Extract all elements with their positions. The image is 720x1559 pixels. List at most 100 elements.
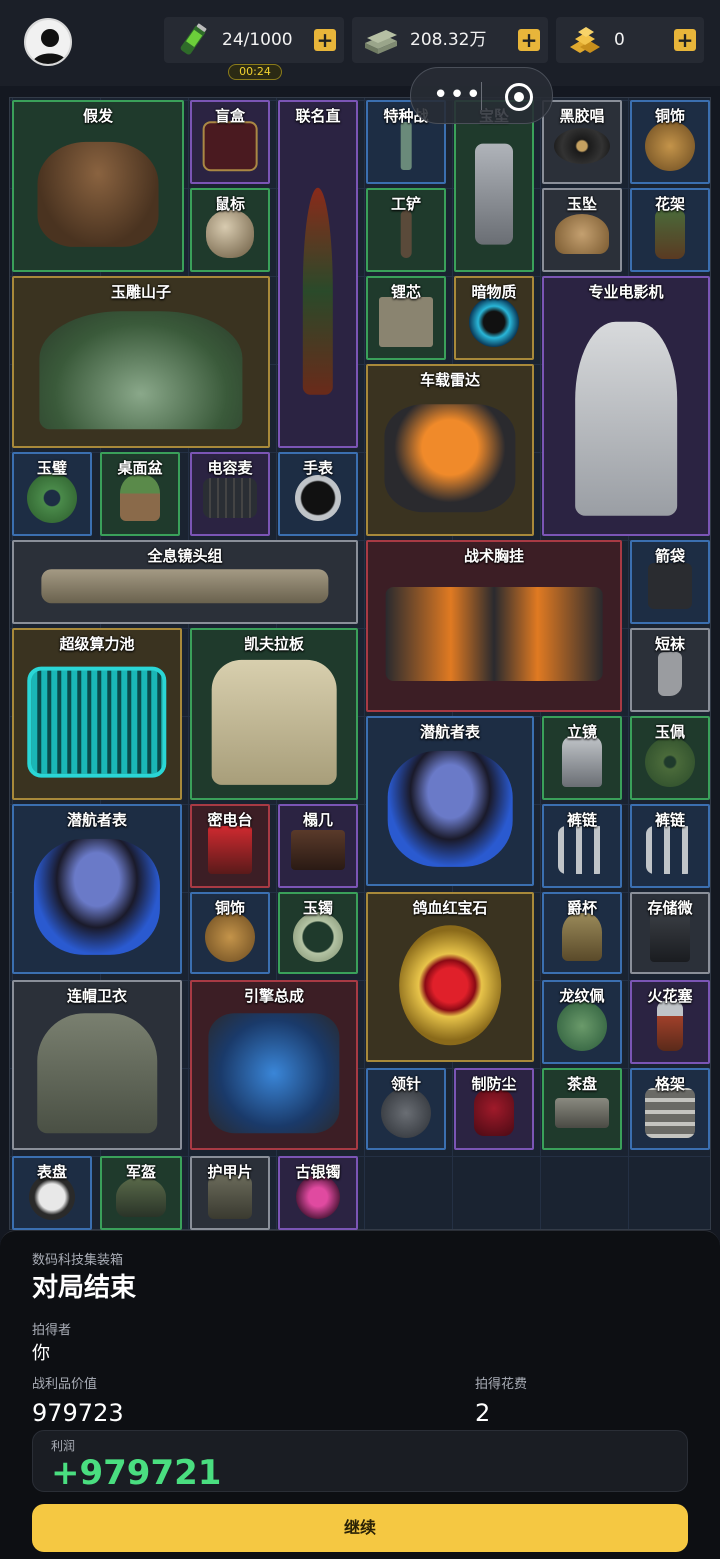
chain-icon [646,826,694,874]
loot-item[interactable]: 玉佩 [630,716,710,800]
loot-item[interactable]: 电容麦 [190,452,270,536]
winner-label: 拍得者 [32,1323,72,1338]
close-target-icon[interactable] [505,83,533,111]
compute-pool-icon [27,666,167,778]
more-options-icon[interactable]: ••• [433,82,482,108]
lens-group-icon [41,569,329,603]
loot-item[interactable]: 潜航者表 [12,804,182,974]
loot-item[interactable]: 桌面盆 [100,452,180,536]
item-label: 桌面盆 [117,459,163,477]
item-label: 短袜 [654,635,685,653]
loot-item[interactable]: 宝坠 [454,100,534,272]
item-label: 铜饰 [214,899,245,917]
flower-stand-icon [655,209,685,259]
item-label: 工铲 [390,195,421,213]
profit-label: 利润 [51,1439,76,1453]
container-name: 数码科技集装箱 [32,1253,124,1268]
loot-item[interactable]: 超级算力池 [12,628,182,800]
loot-item[interactable]: 军盔 [100,1156,182,1230]
item-label: 龙纹佩 [559,987,605,1005]
loot-item[interactable]: 密电台 [190,804,270,888]
loot-item[interactable]: 车载雷达 [366,364,534,536]
loot-item[interactable]: 花架 [630,188,710,272]
item-label: 潜航者表 [66,811,127,829]
loot-item[interactable]: 工铲 [366,188,446,272]
mirror-icon [562,737,602,787]
dust-bag-icon [474,1089,514,1136]
dog-tag-icon [475,143,513,245]
loot-item[interactable]: 潜航者表 [366,716,534,886]
loot-item[interactable]: 短袜 [630,628,710,712]
loot-item[interactable]: 联名直 [278,100,358,448]
add-money-button[interactable]: + [518,29,540,51]
loot-item[interactable]: 暗物质 [454,276,534,360]
loot-item[interactable]: 玉镯 [278,892,358,974]
result-panel: 数码科技集装箱 对局结束 拍得者 你 战利品价值 979723 拍得花费 2 利… [0,1230,720,1559]
kevlar-plate-icon [211,660,337,785]
loot-item[interactable]: 榻几 [278,804,358,888]
item-label: 爵杯 [566,899,597,917]
cash-stack-icon [365,30,397,54]
loot-item[interactable]: 鸽血红宝石 [366,892,534,1062]
dragon-pendant-icon [557,1001,607,1051]
item-label: 玉璧 [36,459,67,477]
loot-item[interactable]: 铜饰 [190,892,270,974]
add-gold-button[interactable]: + [674,29,696,51]
item-label: 箭袋 [654,547,685,565]
item-label: 锂芯 [390,283,421,301]
loot-item[interactable]: 古银镯 [278,1156,358,1230]
loot-item[interactable]: 裤链 [542,804,622,888]
loot-item[interactable]: 玉璧 [12,452,92,536]
loot-item[interactable]: 茶盘 [542,1068,622,1150]
continue-button[interactable]: 继续 [32,1504,688,1552]
energy-value: 24/1000 [222,30,293,50]
loot-result-screen: { "topbar": { "energy": "24/1000", "time… [0,0,720,1559]
loot-item[interactable]: 立镜 [542,716,622,800]
loot-item[interactable]: 火花塞 [630,980,710,1064]
loot-item[interactable]: 存储微 [630,892,710,974]
item-label: 古银镯 [295,1163,341,1181]
loot-value-label: 战利品价值 [32,1377,98,1392]
profit-box: 利润 +979721 [32,1430,688,1493]
loot-item[interactable]: 手表 [278,452,358,536]
gold-counter: 0 + [556,17,704,63]
loot-item[interactable]: 龙纹佩 [542,980,622,1064]
item-label: 鼠标 [214,195,245,213]
loot-item[interactable]: 鼠标 [190,188,270,272]
loot-item[interactable]: 箭袋 [630,540,710,624]
blind-box-icon [202,121,258,171]
item-label: 连帽卫衣 [66,987,127,1005]
avatar[interactable] [24,18,72,66]
wristwatch-icon [295,475,341,521]
loot-item[interactable]: 假发 [12,100,184,272]
loot-item[interactable]: 盲盒 [190,100,270,184]
loot-item[interactable]: 裤链 [630,804,710,888]
loot-item[interactable]: 连帽卫衣 [12,980,182,1150]
energy-counter: 24/1000 + [164,17,344,63]
loot-item[interactable]: 专业电影机 [542,276,710,536]
add-energy-button[interactable]: + [314,29,336,51]
loot-item[interactable]: 玉坠 [542,188,622,272]
vinyl-record-icon [554,128,610,164]
loot-item[interactable]: 凯夫拉板 [190,628,358,800]
loot-item[interactable]: 锂芯 [366,276,446,360]
gold-bars-icon [570,27,600,53]
loot-item[interactable]: 战术胸挂 [366,540,622,712]
loot-item[interactable]: 全息镜头组 [12,540,358,624]
loot-item[interactable]: 格架 [630,1068,710,1150]
loot-item[interactable]: 表盘 [12,1156,92,1230]
loot-item[interactable]: 铜饰 [630,100,710,184]
shelf-icon [645,1087,695,1138]
loot-item[interactable]: 引擎总成 [190,980,358,1150]
jade-coin-icon [645,737,695,787]
lapel-pin-icon [381,1087,431,1138]
potted-plant-icon [120,475,160,521]
loot-item[interactable]: 玉雕山子 [12,276,270,448]
loot-item[interactable]: 黑胶唱 [542,100,622,184]
loot-item[interactable]: 护甲片 [190,1156,270,1230]
loot-item[interactable]: 制防尘 [454,1068,534,1150]
loot-item[interactable]: 爵杯 [542,892,622,974]
item-label: 立镜 [566,723,597,741]
loot-item[interactable]: 领针 [366,1068,446,1150]
diving-mask-icon [33,839,161,956]
